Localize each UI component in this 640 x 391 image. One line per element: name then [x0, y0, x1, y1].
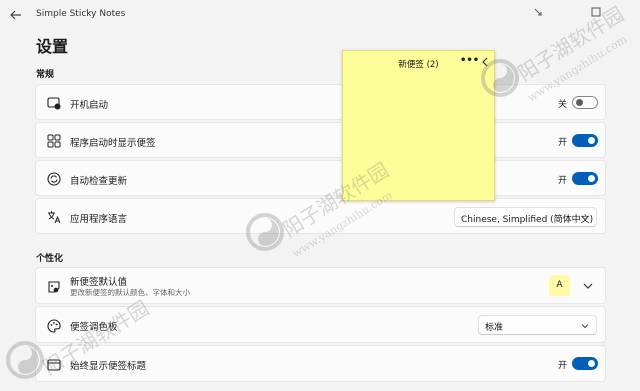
always-title-state: 开 [558, 361, 568, 371]
grid-icon [47, 134, 61, 148]
show-notes-toggle[interactable] [572, 134, 598, 147]
chevron-down-icon[interactable] [583, 281, 593, 291]
chevron-down-icon [581, 324, 589, 329]
note-default-icon [48, 281, 60, 293]
back-arrow-icon[interactable] [9, 8, 23, 22]
more-icon[interactable]: ••• [460, 55, 479, 66]
section-personalization: 个性化 [36, 254, 64, 264]
auto-update-state: 开 [558, 176, 568, 186]
palette-icon [47, 319, 61, 333]
language-dropdown[interactable]: Chinese, Simplified (简体中文) [454, 207, 597, 227]
startup-icon [47, 97, 61, 110]
setting-always-title: 始终显示便签标题 开 [35, 345, 606, 382]
always-title-toggle[interactable] [572, 357, 598, 370]
palette-value: 标准 [485, 323, 504, 333]
startup-state: 关 [558, 100, 568, 110]
minimize-icon[interactable] [530, 4, 546, 20]
chevron-down-icon [581, 216, 589, 221]
setting-show-notes: 程序启动时显示便签 开 [35, 122, 606, 158]
setting-default-note[interactable]: 新便签默认值 更改新便签的默认颜色、字体和大小 A [35, 267, 606, 304]
language-icon [48, 211, 61, 224]
app-title: Simple Sticky Notes [36, 9, 126, 19]
show-notes-state: 开 [558, 138, 568, 148]
palette-dropdown[interactable]: 标准 [478, 315, 597, 335]
toggle-knob [588, 175, 595, 182]
toggle-knob [588, 360, 595, 367]
note-preview: A [549, 275, 570, 296]
toggle-knob [576, 99, 583, 106]
language-label: 应用程序语言 [70, 214, 128, 225]
auto-update-toggle[interactable] [572, 172, 598, 185]
section-general: 常规 [36, 70, 55, 80]
title-bar: Simple Sticky Notes [0, 0, 640, 30]
auto-update-label: 自动检查更新 [70, 176, 128, 187]
toggle-knob [588, 137, 595, 144]
default-note-label: 新便签默认值 [70, 277, 128, 288]
show-notes-label: 程序启动时显示便签 [70, 138, 156, 149]
update-icon [47, 172, 61, 186]
page-title: 设置 [36, 37, 69, 56]
language-value: Chinese, Simplified (简体中文) [461, 215, 594, 225]
startup-label: 开机启动 [70, 100, 109, 111]
startup-toggle[interactable] [572, 96, 598, 109]
setting-startup: 开机启动 关 [35, 84, 606, 120]
